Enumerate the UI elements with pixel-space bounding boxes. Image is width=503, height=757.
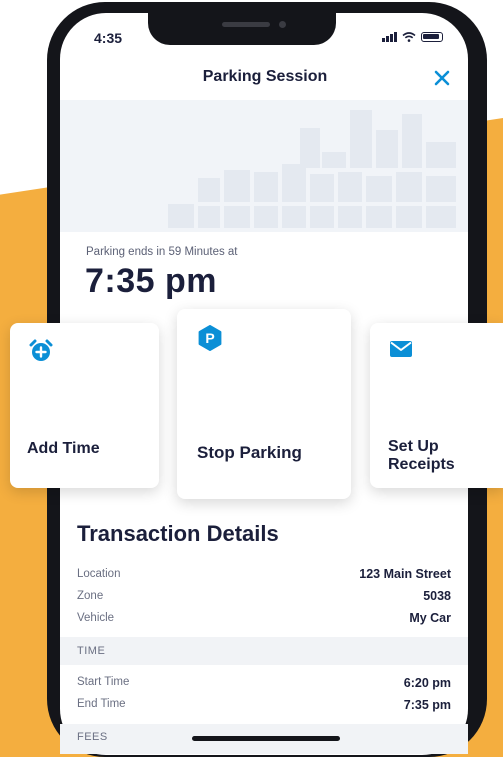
phone-notch — [148, 13, 336, 45]
map-view[interactable] — [60, 100, 468, 232]
status-icons — [382, 31, 443, 42]
signal-icon — [382, 31, 397, 42]
start-time-value: 6:20 pm — [403, 676, 451, 690]
fees-section-label: FEES — [77, 731, 108, 743]
end-time-value: 7:35 pm — [403, 698, 451, 712]
time-section-band — [60, 637, 468, 665]
vehicle-value: My Car — [409, 611, 451, 625]
add-time-label: Add Time — [27, 440, 100, 457]
svg-text:P: P — [205, 330, 214, 346]
battery-icon — [421, 31, 443, 42]
status-time: 4:35 — [94, 30, 123, 46]
wifi-icon — [402, 31, 416, 42]
transaction-details-heading: Transaction Details — [77, 521, 279, 546]
stop-parking-button[interactable]: P Stop Parking — [177, 309, 351, 499]
set-up-receipts-label: Set Up Receipts — [388, 438, 455, 474]
add-time-button[interactable]: Add Time — [10, 323, 159, 488]
parking-icon: P — [198, 325, 222, 351]
alarm-clock-add-icon — [29, 339, 53, 361]
page-title: Parking Session — [202, 68, 328, 85]
start-time-label: Start Time — [77, 676, 130, 688]
parking-ends-label: Parking ends in 59 Minutes at — [86, 246, 238, 258]
zone-value: 5038 — [423, 589, 451, 603]
zone-label: Zone — [77, 590, 104, 602]
location-value: 123 Main Street — [359, 567, 451, 581]
stop-parking-label: Stop Parking — [197, 443, 302, 462]
vehicle-label: Vehicle — [77, 612, 115, 624]
close-icon — [434, 70, 450, 86]
close-button[interactable] — [430, 66, 454, 90]
speaker-grille — [222, 22, 270, 27]
parking-end-time: 7:35 pm — [85, 262, 217, 300]
set-up-receipts-button[interactable]: Set Up Receipts — [370, 323, 503, 488]
location-label: Location — [77, 568, 121, 580]
time-section-label: TIME — [77, 645, 106, 657]
front-camera — [279, 21, 286, 28]
end-time-label: End Time — [77, 698, 126, 710]
envelope-icon — [390, 341, 412, 357]
home-indicator[interactable] — [192, 736, 340, 741]
